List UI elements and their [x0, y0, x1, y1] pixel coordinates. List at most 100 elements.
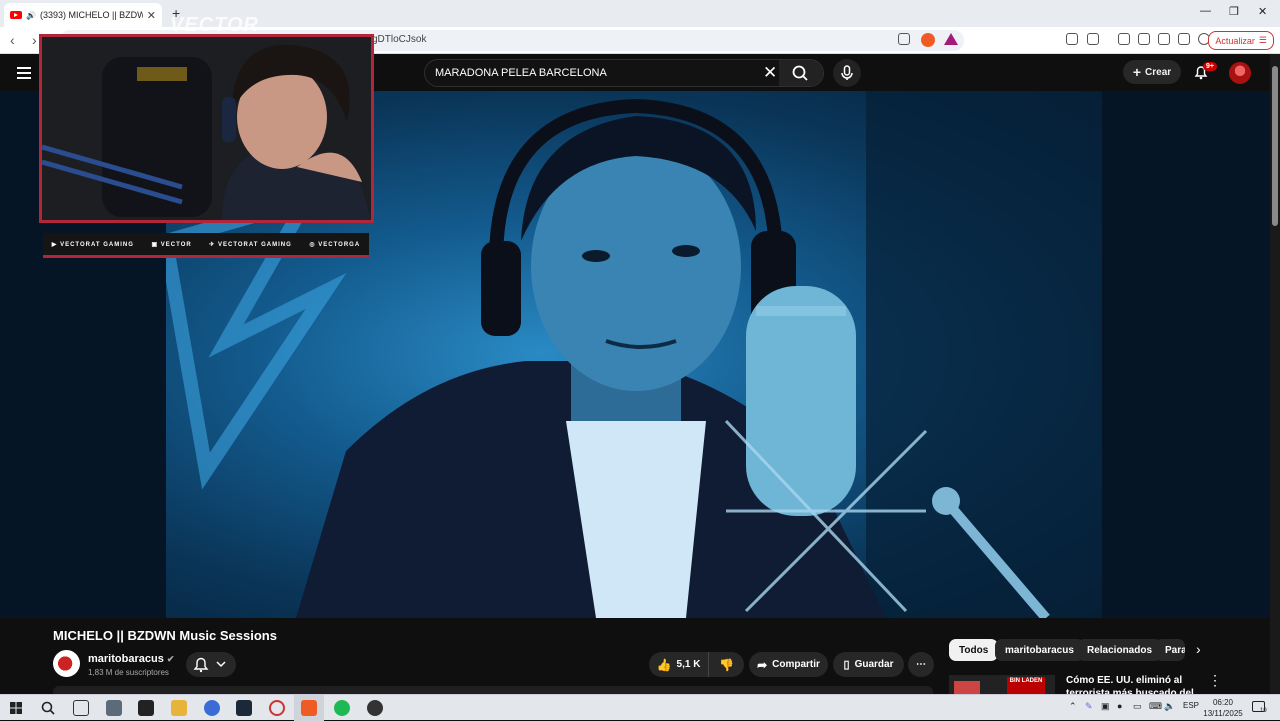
tray-icon-2[interactable]: ▣: [1101, 701, 1110, 712]
search-button[interactable]: [779, 60, 823, 86]
restore-icon[interactable]: ❐: [1229, 5, 1239, 18]
wallet-icon[interactable]: [1158, 33, 1170, 45]
menu-icon: ☰: [1258, 35, 1267, 45]
search-icon: [792, 65, 808, 81]
description-box[interactable]: [53, 686, 933, 694]
youtube-icon: ▶: [51, 241, 61, 248]
streamer-webcam: [42, 37, 371, 220]
media-icon[interactable]: [1118, 33, 1130, 45]
brave-browser-icon[interactable]: [301, 700, 317, 716]
social-instagram: ◎ VECTORGA: [309, 241, 361, 248]
file-explorer-icon[interactable]: [171, 700, 187, 716]
social-links-bar: ▶ VECTORAT GAMING ▣ VECTOR ✈ VECTORAT GA…: [43, 233, 369, 258]
update-label: Actualizar: [1215, 35, 1255, 46]
social-twitch: ▣ VECTOR: [151, 241, 192, 248]
more-vertical-icon[interactable]: ⋮: [1208, 672, 1222, 689]
voice-search-button[interactable]: [833, 59, 861, 87]
bell-icon: [193, 657, 226, 673]
bookmark-icon: ▯: [843, 659, 850, 671]
tray-mic-icon[interactable]: ●: [1117, 701, 1122, 711]
subscribed-notifications-button[interactable]: [186, 652, 236, 677]
audio-playing-icon[interactable]: 🔊: [26, 11, 36, 20]
like-count: 5,1 K: [676, 659, 701, 670]
windows-start-icon[interactable]: [10, 702, 22, 714]
guide-menu-icon[interactable]: [17, 67, 31, 82]
channel-avatar[interactable]: [53, 650, 80, 677]
tray-display-icon[interactable]: ▭: [1133, 701, 1142, 712]
channel-name[interactable]: maritobaracus ✔: [88, 653, 174, 665]
chips-next-icon[interactable]: ›: [1196, 641, 1201, 657]
search-taskbar-icon[interactable]: [41, 701, 55, 715]
recommended-thumbnail[interactable]: BIN LADEN: [949, 675, 1055, 694]
video-title: MICHELO || BZDWN Music Sessions: [53, 628, 277, 643]
youtube-favicon-icon: [10, 11, 22, 19]
more-actions-button[interactable]: ⋯: [908, 652, 934, 677]
save-label: Guardar: [854, 659, 894, 670]
volume-icon[interactable]: 🔈: [1164, 701, 1175, 712]
thumbs-down-icon: 👎: [719, 657, 734, 672]
clock-date: 13/11/2025: [1203, 709, 1243, 718]
thumb-flag: [954, 681, 980, 694]
page-scrollbar[interactable]: [1270, 54, 1280, 694]
app-icon-1[interactable]: [106, 700, 122, 716]
chip-channel[interactable]: maritobaracus: [995, 639, 1084, 661]
network-icon[interactable]: ⌨: [1149, 701, 1162, 712]
brave-rewards-icon[interactable]: [944, 33, 958, 45]
tray-app-icon[interactable]: ✎: [1085, 701, 1093, 712]
create-button[interactable]: + Crear: [1123, 60, 1181, 84]
leo-ai-icon[interactable]: [1178, 33, 1190, 45]
language-indicator[interactable]: ESP: [1183, 701, 1199, 710]
chip-related[interactable]: Relacionados: [1077, 639, 1163, 661]
facecam-overlay: [39, 34, 374, 223]
spotify-icon[interactable]: [334, 700, 350, 716]
forward-icon[interactable]: ›: [32, 32, 37, 48]
notification-count: 19: [1260, 708, 1267, 714]
minimize-icon[interactable]: —: [1200, 5, 1211, 17]
subscriber-count: 1,83 M de suscriptores: [88, 668, 169, 677]
app-icon-2[interactable]: [138, 700, 154, 716]
task-view-icon[interactable]: [73, 700, 89, 716]
app-icon-4[interactable]: [367, 700, 383, 716]
thumb-caption: BIN LADEN: [1007, 677, 1045, 694]
vector-watermark: VECTOR: [170, 14, 259, 36]
steam-icon[interactable]: [236, 700, 252, 716]
share-label: Compartir: [772, 659, 820, 670]
browser-tab-active[interactable]: 🔊 (3393) MICHELO || BZDWN Mú ✕: [4, 3, 162, 27]
url-text: gDTloCJsok: [372, 34, 427, 45]
dislike-button[interactable]: 👎: [708, 652, 744, 677]
save-button[interactable]: ▯ Guardar: [833, 652, 904, 677]
more-horizontal-icon: ⋯: [916, 659, 926, 670]
verified-icon: ✔: [166, 654, 175, 664]
extensions-icon[interactable]: [1066, 33, 1078, 45]
opera-icon[interactable]: [269, 700, 285, 716]
search-input[interactable]: MARADONA PELEA BARCELONA: [435, 67, 607, 79]
share-icon: ➦: [757, 657, 768, 672]
clear-search-icon[interactable]: ✕: [763, 63, 777, 83]
tab-search-icon[interactable]: [1087, 33, 1099, 45]
twitch-icon: ▣: [151, 241, 161, 248]
like-button[interactable]: 👍 5,1 K: [649, 652, 708, 677]
twitter-icon: ✈: [209, 241, 218, 248]
share-button[interactable]: ➦ Compartir: [749, 652, 828, 677]
tab-title: (3393) MICHELO || BZDWN Mú: [39, 10, 143, 20]
thumbs-up-icon: 👍: [656, 657, 672, 672]
chip-for-you[interactable]: Para: [1155, 639, 1185, 661]
update-button[interactable]: Actualizar ☰: [1208, 31, 1274, 50]
back-icon[interactable]: ‹: [10, 32, 15, 48]
clock-time: 06:20: [1212, 698, 1234, 707]
close-tab-icon[interactable]: ✕: [147, 9, 156, 22]
social-twitter: ✈ VECTORAT GAMING: [209, 241, 292, 248]
chip-all[interactable]: Todos: [949, 639, 999, 661]
close-window-icon[interactable]: ✕: [1258, 5, 1267, 18]
search-box[interactable]: MARADONA PELEA BARCELONA ✕: [424, 59, 824, 87]
scrollbar-thumb[interactable]: [1272, 66, 1278, 226]
tray-overflow-icon[interactable]: ⌃: [1069, 701, 1077, 712]
brave-shield-icon[interactable]: [921, 33, 935, 47]
plus-icon: +: [1132, 64, 1142, 80]
create-label: Crear: [1145, 66, 1172, 78]
clock[interactable]: 06:20 13/11/2025: [1203, 697, 1243, 719]
app-icon-3[interactable]: [204, 700, 220, 716]
sidebar-icon[interactable]: [1138, 33, 1150, 45]
cast-icon[interactable]: [898, 33, 910, 45]
account-avatar[interactable]: [1229, 62, 1251, 84]
